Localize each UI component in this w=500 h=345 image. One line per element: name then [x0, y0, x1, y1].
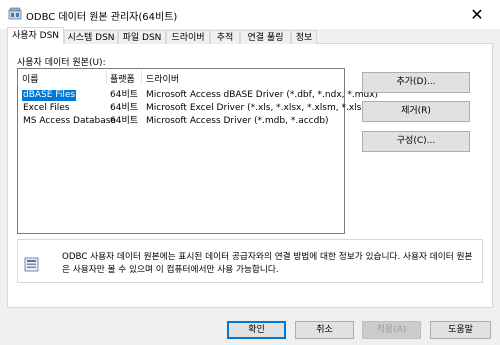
apply-button[interactable]: 적용(A)	[362, 321, 421, 339]
column-header-name[interactable]: 이름	[22, 72, 39, 85]
row-platform: 64비트	[110, 116, 139, 126]
column-header-driver[interactable]: 드라이버	[146, 72, 179, 85]
window-title: ODBC 데이터 원본 관리자(64비트)	[26, 12, 178, 23]
list-caption: 사용자 데이터 원본(U):	[17, 58, 106, 68]
info-description: ODBC 사용자 데이터 원본에는 표시된 데이터 공급자와의 연결 방법에 대…	[62, 252, 473, 275]
column-divider	[141, 70, 142, 84]
list-row[interactable]: Excel Files 64비트 Microsoft Excel Driver …	[18, 103, 371, 114]
row-driver: Microsoft Access Driver (*.mdb, *.accdb)	[146, 116, 329, 126]
close-icon[interactable]: ✕	[454, 0, 500, 29]
row-driver: Microsoft Excel Driver (*.xls, *.xlsx, *…	[146, 103, 371, 113]
row-platform: 64비트	[110, 103, 139, 113]
row-name: Excel Files	[23, 103, 70, 113]
ok-button[interactable]: 확인	[227, 321, 286, 339]
list-row[interactable]: MS Access Database 64비트 Microsoft Access…	[18, 116, 344, 127]
cancel-button[interactable]: 취소	[295, 321, 354, 339]
row-name: MS Access Database	[23, 116, 116, 126]
help-button[interactable]: 도움말	[430, 321, 491, 339]
tab-system-dsn[interactable]: 시스템 DSN	[64, 30, 118, 44]
odbc-app-icon	[8, 7, 22, 21]
tab-tracing[interactable]: 추적	[210, 30, 240, 44]
tab-connection-pooling[interactable]: 연결 풀링	[240, 30, 291, 44]
column-header-platform[interactable]: 플랫폼	[110, 72, 135, 85]
tab-file-dsn[interactable]: 파일 DSN	[118, 30, 166, 44]
tab-user-dsn[interactable]: 사용자 DSN	[7, 27, 64, 44]
add-button[interactable]: 추가(D)...	[362, 72, 470, 93]
tab-drivers[interactable]: 드라이버	[166, 30, 210, 44]
remove-button[interactable]: 제거(R)	[362, 101, 470, 122]
list-row[interactable]: dBASE Files 64비트 Microsoft Access dBASE …	[18, 90, 378, 101]
configure-button[interactable]: 구성(C)...	[362, 131, 470, 152]
row-platform: 64비트	[110, 90, 139, 100]
row-name: dBASE Files	[22, 90, 77, 101]
database-info-icon	[24, 257, 39, 272]
column-divider	[106, 70, 107, 84]
row-driver: Microsoft Access dBASE Driver (*.dbf, *.…	[146, 90, 379, 100]
tab-about[interactable]: 정보	[291, 30, 317, 44]
